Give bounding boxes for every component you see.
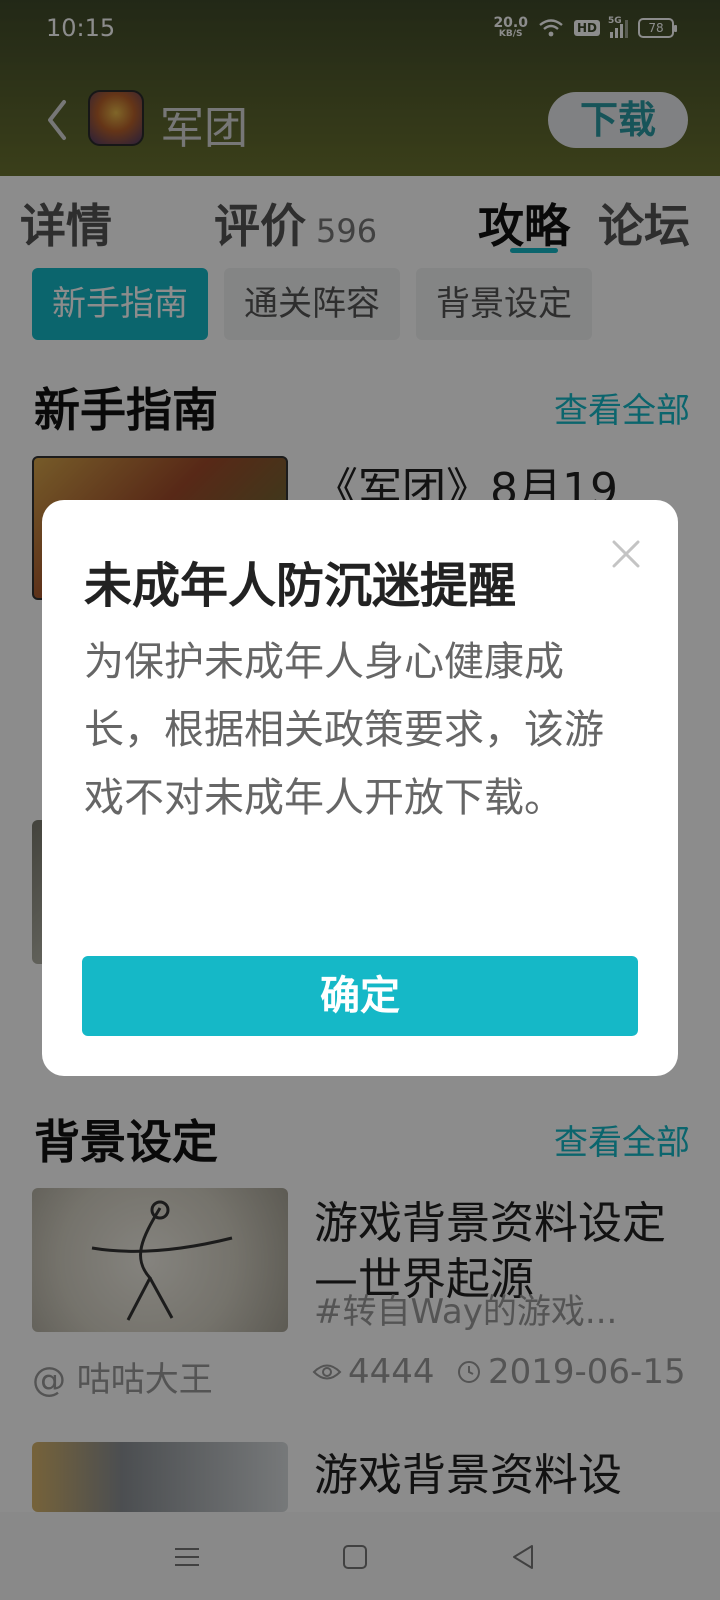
dialog-title: 未成年人防沉迷提醒 (84, 558, 517, 614)
close-icon[interactable] (610, 538, 642, 570)
anti-addiction-dialog: 未成年人防沉迷提醒 为保护未成年人身心健康成长，根据相关政策要求，该游戏不对未成… (42, 500, 678, 1076)
confirm-button[interactable]: 确定 (82, 956, 638, 1036)
dialog-message: 为保护未成年人身心健康成长，根据相关政策要求，该游戏不对未成年人开放下载。 (84, 639, 604, 821)
